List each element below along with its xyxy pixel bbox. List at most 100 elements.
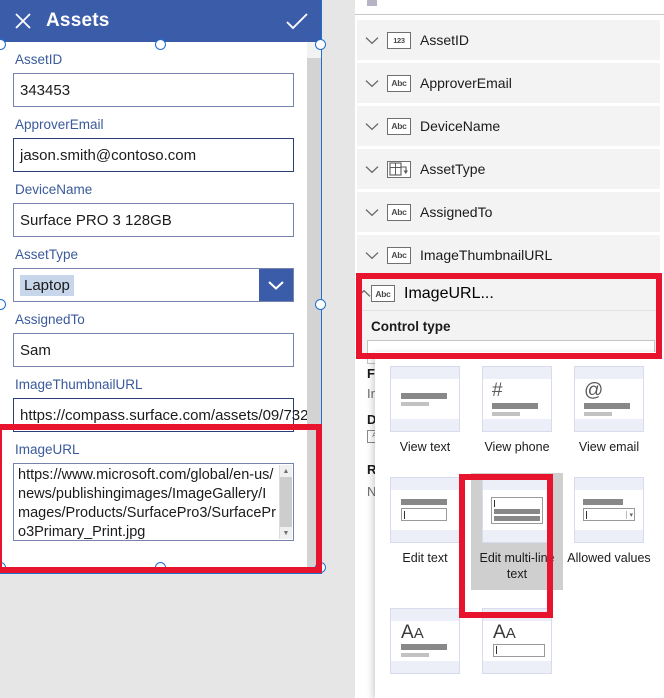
chevron-down-icon: ▾ — [626, 510, 633, 519]
field-label: AssignedTo — [15, 312, 85, 327]
close-x-icon[interactable] — [0, 0, 46, 42]
field-label: AssetType — [15, 247, 79, 262]
panel-field-name: DeviceName — [420, 118, 501, 134]
control-option-edit-text[interactable]: Edit text — [379, 473, 471, 590]
scrollbar-thumb[interactable] — [280, 477, 292, 527]
control-option-label: View phone — [484, 440, 550, 454]
scroll-up-icon[interactable]: ▲ — [280, 465, 292, 477]
control-option-label: Edit text — [402, 551, 448, 565]
panel-drag-stub — [367, 0, 377, 6]
control-option-label: View email — [578, 440, 640, 454]
fields-properties-panel: 123 AssetID Abc ApproverEmail Abc Device… — [355, 0, 664, 698]
multiline-input-thumbnail — [482, 477, 552, 543]
panel-field-devicename[interactable]: Abc DeviceName — [357, 106, 660, 146]
aa-input-thumbnail: AA — [482, 608, 552, 674]
flyout-row-2: Edit text Edit multi-line text ▾ Allowed… — [375, 473, 664, 590]
imageurl-value: https://www.microsoft.com/global/en-us/n… — [18, 467, 276, 540]
control-option-view-phone[interactable]: # View phone — [471, 362, 563, 463]
font-size-icon: AA — [493, 621, 516, 643]
control-option-label: View text — [399, 440, 451, 454]
panel-field-assetid[interactable]: 123 AssetID — [357, 20, 660, 60]
chevron-down-icon[interactable] — [357, 165, 387, 174]
form-fields-container: AssetID 343453 ApproverEmail jason.smith… — [0, 42, 307, 573]
chevron-down-icon[interactable] — [357, 79, 387, 88]
label-dropdown-thumbnail: ▾ — [574, 477, 644, 543]
text-type-icon: Abc — [387, 74, 411, 92]
control-option-view-email[interactable]: @ View email — [563, 362, 655, 463]
control-option-label: Edit multi-line text — [479, 551, 555, 581]
text-type-icon: Abc — [387, 117, 411, 135]
form-field-devicename: DeviceName Surface PRO 3 128GB — [13, 180, 294, 237]
form-field-assignedto: AssignedTo Sam — [13, 310, 294, 367]
panel-field-imageurl-header[interactable]: Abc ImageURL ... — [357, 277, 660, 311]
resize-handle-middle-right[interactable] — [315, 299, 326, 310]
chevron-down-icon[interactable] — [357, 251, 387, 260]
chevron-down-icon[interactable] — [259, 269, 293, 301]
form-field-imageurl: ImageURL https://www.microsoft.com/globa… — [13, 440, 294, 541]
panel-field-imagethumbnailurl[interactable]: Abc ImageThumbnailURL — [357, 235, 660, 275]
checkmark-icon[interactable] — [273, 0, 321, 42]
chevron-up-icon[interactable] — [357, 285, 371, 303]
assignedto-input[interactable]: Sam — [13, 333, 294, 367]
screenshot-root: Assets AssetID 343453 ApproverEmail jaso… — [0, 0, 664, 698]
panel-field-name: AssignedTo — [420, 204, 493, 220]
panel-field-name: ImageURL — [404, 284, 481, 302]
devicename-input[interactable]: Surface PRO 3 128GB — [13, 203, 294, 237]
number-type-icon: 123 — [387, 31, 411, 49]
form-field-imagethumbnailurl: ImageThumbnailURL https://compass.surfac… — [13, 375, 307, 432]
field-label: AssetID — [15, 52, 63, 67]
panel-divider — [355, 14, 664, 15]
control-option-label: Allowed values — [567, 551, 651, 565]
field-label: DeviceName — [15, 182, 93, 197]
textarea-scrollbar[interactable]: ▲ ▼ — [279, 465, 292, 539]
form-field-approveremail: ApproverEmail jason.smith@contoso.com — [13, 115, 294, 172]
control-option-allowed-values[interactable]: ▾ Allowed values — [563, 473, 655, 590]
panel-field-name: AssetType — [420, 161, 486, 177]
scroll-down-icon[interactable]: ▼ — [280, 527, 292, 539]
hash-icon: # — [492, 380, 503, 401]
text-type-icon: Abc — [387, 203, 411, 221]
field-label: ImageThumbnailURL — [15, 377, 143, 392]
panel-field-approveremail[interactable]: Abc ApproverEmail — [357, 63, 660, 103]
chevron-down-icon[interactable] — [357, 122, 387, 131]
control-type-label: Control type — [371, 319, 451, 334]
resize-handle-top-center[interactable] — [155, 39, 166, 50]
control-option-empty — [563, 604, 655, 689]
control-option-rich-text-view[interactable]: AA — [379, 604, 471, 689]
resize-handle-top-right[interactable] — [315, 39, 326, 50]
field-label: ImageURL — [15, 442, 80, 457]
edit-form[interactable]: Assets AssetID 343453 ApproverEmail jaso… — [0, 0, 322, 574]
resize-handle-bottom-right[interactable] — [315, 562, 326, 573]
resize-handle-bottom-center[interactable] — [155, 562, 166, 573]
control-option-view-text[interactable]: View text — [379, 362, 471, 463]
chevron-down-icon[interactable] — [357, 208, 387, 217]
control-type-flyout[interactable]: View text # View phone @ View email Edit… — [375, 352, 664, 698]
label-input-thumbnail — [390, 477, 460, 543]
form-field-assettype: AssetType Laptop — [13, 245, 294, 302]
panel-field-assettype[interactable]: AssetType — [357, 149, 660, 189]
aa-lines-thumbnail: AA — [390, 608, 460, 674]
panel-field-name: ApproverEmail — [420, 75, 512, 91]
imagethumbnailurl-input[interactable]: https://compass.surface.com/assets/09/73… — [13, 398, 307, 432]
choice-type-icon — [387, 160, 411, 178]
form-title: Assets — [46, 10, 110, 31]
overflow-menu-icon[interactable]: ... — [480, 285, 493, 303]
hash-thumbnail: # — [482, 366, 552, 432]
text-lines-thumbnail — [390, 366, 460, 432]
font-size-icon: AA — [401, 621, 424, 643]
app-canvas: Assets AssetID 343453 ApproverEmail jaso… — [0, 0, 355, 698]
assettype-dropdown[interactable]: Laptop — [13, 268, 294, 302]
at-icon: @ — [584, 380, 604, 401]
form-header-bar: Assets — [0, 0, 321, 42]
flyout-row-3: AA AA — [375, 604, 664, 689]
chevron-down-icon[interactable] — [357, 36, 387, 45]
approveremail-input[interactable]: jason.smith@contoso.com — [13, 138, 294, 172]
assetid-input[interactable]: 343453 — [13, 73, 294, 107]
panel-field-assignedto[interactable]: Abc AssignedTo — [357, 192, 660, 232]
form-field-assetid: AssetID 343453 — [13, 50, 294, 107]
control-option-rich-text-edit[interactable]: AA — [471, 604, 563, 689]
at-thumbnail: @ — [574, 366, 644, 432]
control-option-edit-multi-line-text[interactable]: Edit multi-line text — [471, 473, 563, 590]
text-type-icon: Abc — [387, 246, 411, 264]
imageurl-textarea[interactable]: https://www.microsoft.com/global/en-us/n… — [13, 463, 294, 541]
